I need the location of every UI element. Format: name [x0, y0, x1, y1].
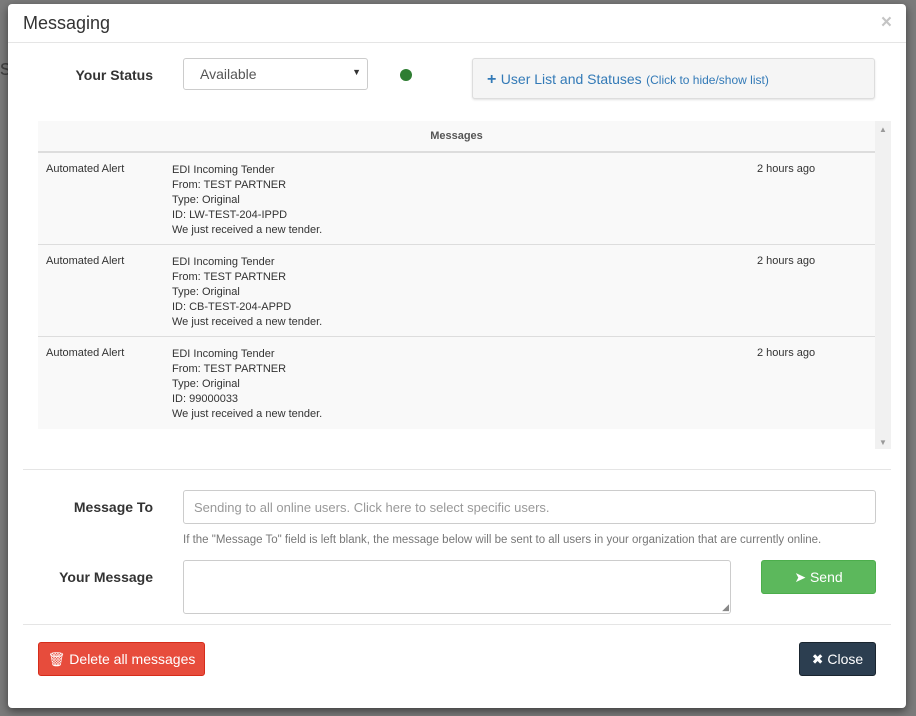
user-list-toggle[interactable]: + User List and Statuses (Click to hide/…	[472, 58, 875, 99]
user-list-label: User List and Statuses	[500, 71, 642, 87]
send-button[interactable]: ➤ Send	[761, 560, 876, 594]
messages-table: Messages Automated Alert EDI Incoming Ten…	[38, 121, 875, 429]
delete-all-button[interactable]: 🗑 Delete all messages	[38, 642, 205, 676]
message-line: We just received a new tender.	[172, 316, 323, 328]
message-line: Type: Original	[172, 378, 240, 390]
message-to-placeholder: Sending to all online users. Click here …	[194, 500, 550, 515]
delete-label: Delete all messages	[69, 651, 196, 667]
divider	[23, 624, 891, 625]
your-message-label: Your Message	[59, 569, 153, 585]
modal-title: Messaging	[23, 13, 111, 33]
your-status-label: Your Status	[75, 67, 153, 83]
status-selected-value: Available	[200, 66, 257, 82]
message-line: We just received a new tender.	[172, 224, 323, 236]
table-row: Automated Alert EDI Incoming Tender From: …	[38, 245, 875, 337]
message-line: From: TEST PARTNER	[172, 271, 287, 283]
messages-scrollbar[interactable]: ▲ ▼	[875, 121, 891, 449]
message-line: EDI Incoming Tender	[172, 348, 275, 360]
message-time: 2 hours ago	[757, 255, 816, 267]
divider	[23, 469, 891, 470]
close-x-icon[interactable]: ×	[881, 13, 892, 32]
scroll-down-icon[interactable]: ▼	[879, 438, 887, 447]
message-line: ID: LW-TEST-204-IPPD	[172, 209, 288, 221]
message-line: ID: 99000033	[172, 393, 239, 405]
message-line: We just received a new tender.	[172, 408, 323, 420]
message-line: Type: Original	[172, 194, 240, 206]
message-line: EDI Incoming Tender	[172, 256, 275, 268]
send-label: Send	[809, 569, 843, 585]
scroll-up-icon[interactable]: ▲	[879, 125, 887, 134]
messages-header: Messages	[38, 121, 875, 153]
message-body: EDI Incoming Tender From: TEST PARTNER Typ…	[172, 255, 322, 330]
close-label: Close	[827, 651, 864, 667]
message-to-label: Message To	[73, 499, 153, 515]
resize-grip-icon[interactable]: ◢	[722, 602, 729, 613]
message-to-help: If the "Message To" field is left blank,…	[183, 534, 822, 546]
user-list-hint: (Click to hide/show list)	[646, 73, 769, 87]
close-button[interactable]: ✖ Close	[799, 642, 876, 676]
message-to-input[interactable]: Sending to all online users. Click here …	[183, 490, 876, 524]
message-line: ID: CB-TEST-204-APPD	[172, 301, 292, 313]
table-row: Automated Alert EDI Incoming Tender From: …	[38, 337, 875, 428]
message-time: 2 hours ago	[757, 163, 816, 175]
message-sender: Automated Alert	[46, 163, 125, 175]
times-icon: ✖	[811, 651, 824, 667]
messaging-modal: Messaging × Your Status Available ▼ + Us…	[8, 4, 906, 708]
paper-plane-icon: ➤	[794, 569, 807, 585]
trash-icon: 🗑	[47, 651, 66, 667]
message-time: 2 hours ago	[757, 347, 816, 359]
message-line: EDI Incoming Tender	[172, 164, 275, 176]
table-row: Automated Alert EDI Incoming Tender From: …	[38, 153, 875, 245]
message-line: From: TEST PARTNER	[172, 179, 287, 191]
message-body: EDI Incoming Tender From: TEST PARTNER Typ…	[172, 347, 322, 422]
plus-icon: +	[487, 71, 497, 88]
message-textarea[interactable]: ◢	[183, 560, 731, 614]
modal-header: Messaging ×	[8, 4, 906, 43]
message-line: Type: Original	[172, 286, 240, 298]
message-sender: Automated Alert	[46, 347, 125, 359]
caret-down-icon: ▼	[352, 67, 361, 77]
status-indicator	[400, 69, 412, 81]
message-sender: Automated Alert	[46, 255, 125, 267]
message-body: EDI Incoming Tender From: TEST PARTNER Typ…	[172, 163, 322, 238]
status-select[interactable]: Available ▼	[183, 58, 368, 90]
message-line: From: TEST PARTNER	[172, 363, 287, 375]
